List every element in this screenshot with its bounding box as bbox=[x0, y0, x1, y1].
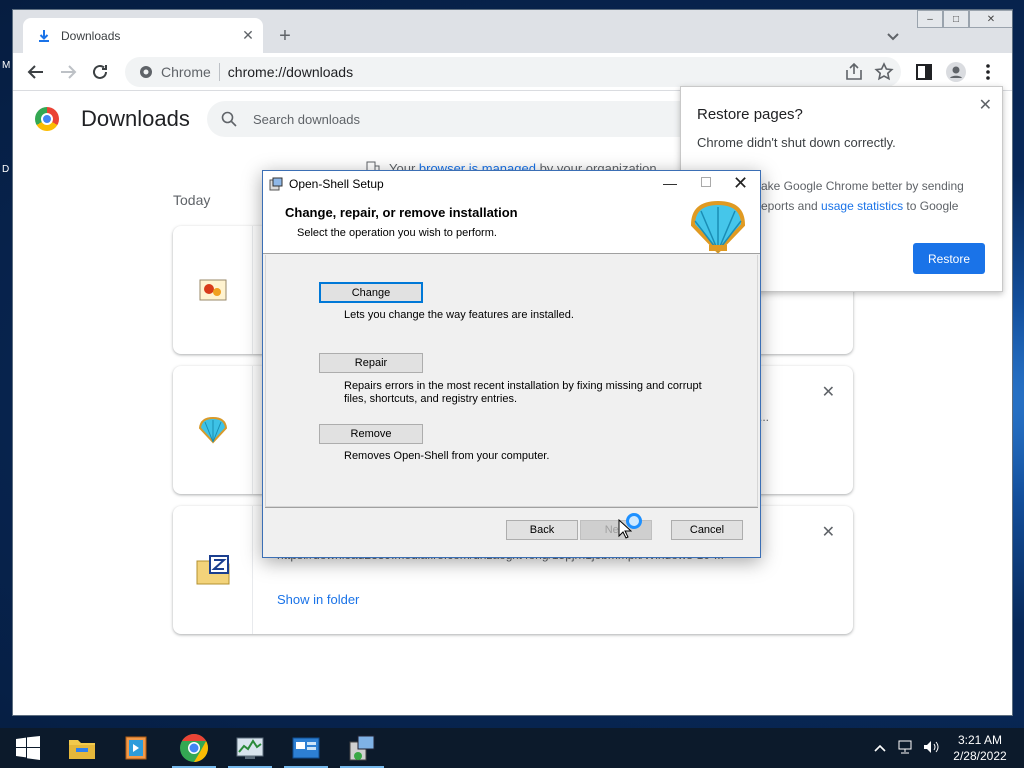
new-tab-button[interactable]: + bbox=[273, 24, 297, 48]
chip-label: Chrome bbox=[161, 64, 211, 80]
windows-logo-icon bbox=[16, 736, 40, 760]
setup-dialog: Open-Shell Setup — ✕ Change, repair, or … bbox=[262, 170, 761, 558]
remove-description: Removes Open-Shell from your computer. bbox=[344, 450, 550, 462]
tab-strip: Downloads ✕ + – □ ✕ bbox=[13, 10, 1012, 53]
side-panel-icon[interactable] bbox=[913, 61, 935, 83]
search-downloads-input[interactable]: Search downloads bbox=[207, 101, 707, 137]
dialog-heading: Change, repair, or remove installation bbox=[285, 205, 518, 220]
start-button[interactable] bbox=[2, 728, 54, 768]
chevron-up-icon[interactable] bbox=[874, 741, 886, 756]
kebab-menu-icon[interactable] bbox=[977, 61, 999, 83]
site-info-chip[interactable]: Chrome bbox=[139, 64, 211, 80]
change-button[interactable]: Change bbox=[319, 282, 423, 303]
file-explorer-icon bbox=[69, 740, 95, 759]
network-icon[interactable] bbox=[896, 739, 914, 758]
search-icon bbox=[221, 111, 237, 127]
tab-downloads[interactable]: Downloads ✕ bbox=[23, 18, 263, 53]
minimize-button[interactable]: – bbox=[917, 10, 943, 28]
tab-title: Downloads bbox=[61, 28, 121, 43]
search-placeholder: Search downloads bbox=[253, 111, 360, 127]
dialog-minimize-button[interactable]: — bbox=[663, 175, 677, 191]
chrome-icon bbox=[180, 734, 208, 762]
open-shell-logo-icon bbox=[690, 200, 746, 253]
back-button[interactable]: Back bbox=[506, 520, 578, 540]
clock-time: 3:21 AM bbox=[957, 733, 1003, 747]
installer-icon bbox=[349, 735, 375, 761]
url-text: chrome://downloads bbox=[227, 64, 354, 80]
taskbar-chrome[interactable] bbox=[168, 728, 220, 768]
remove-download-icon[interactable]: ✕ bbox=[822, 522, 835, 542]
installer-icon bbox=[269, 177, 283, 191]
open-shell-icon bbox=[198, 416, 227, 444]
repair-description: Repairs errors in the most recent instal… bbox=[344, 380, 702, 405]
help-text-line: ake Google Chrome better by sending bbox=[761, 179, 964, 193]
show-in-folder-link[interactable]: Show in folder bbox=[277, 592, 359, 607]
help-text-line: eports and bbox=[761, 199, 822, 213]
download-icon-column bbox=[173, 506, 253, 634]
help-text-line: to Google bbox=[903, 199, 959, 213]
taskbar-task-manager[interactable] bbox=[224, 728, 276, 768]
chrome-icon bbox=[140, 66, 152, 78]
profile-avatar-icon[interactable] bbox=[945, 61, 967, 83]
download-icon bbox=[39, 29, 49, 42]
image-file-icon bbox=[199, 279, 226, 301]
mouse-cursor-icon bbox=[618, 519, 632, 539]
clock-date: 2/28/2022 bbox=[953, 749, 1007, 763]
dialog-maximize-button bbox=[701, 177, 711, 187]
dialog-titlebar[interactable]: Open-Shell Setup bbox=[263, 171, 760, 197]
popup-message: Chrome didn't shut down correctly. bbox=[697, 135, 896, 150]
chevron-down-icon[interactable] bbox=[883, 26, 903, 46]
system-tray bbox=[874, 728, 940, 768]
change-description: Lets you change the way features are ins… bbox=[344, 309, 574, 321]
taskbar-media-player[interactable] bbox=[110, 728, 162, 768]
taskbar-control-panel[interactable] bbox=[280, 728, 332, 768]
remove-button[interactable]: Remove bbox=[319, 424, 423, 444]
desktop-icon-label: D bbox=[2, 164, 10, 175]
volume-icon[interactable] bbox=[922, 739, 940, 758]
remove-download-icon[interactable]: ✕ bbox=[822, 382, 835, 402]
restore-button[interactable]: Restore bbox=[913, 243, 985, 274]
close-tab-icon[interactable]: ✕ bbox=[239, 27, 257, 45]
task-manager-icon bbox=[236, 737, 264, 759]
taskbar-installer[interactable] bbox=[336, 728, 388, 768]
address-bar[interactable]: Chrome chrome://downloads bbox=[125, 57, 901, 87]
dialog-close-button[interactable]: ✕ bbox=[733, 173, 748, 194]
close-window-button[interactable]: ✕ bbox=[969, 10, 1012, 28]
forward-arrow-icon[interactable] bbox=[57, 61, 79, 83]
section-heading-today: Today bbox=[173, 192, 211, 208]
popup-title: Restore pages? bbox=[697, 106, 803, 123]
taskbar-file-explorer[interactable] bbox=[56, 728, 108, 768]
share-icon[interactable] bbox=[843, 61, 865, 83]
dialog-title: Open-Shell Setup bbox=[289, 177, 384, 191]
cancel-button[interactable]: Cancel bbox=[671, 520, 743, 540]
taskbar: 3:21 AM 2/28/2022 bbox=[0, 728, 1024, 768]
download-icon-column bbox=[173, 366, 253, 494]
chrome-logo-icon bbox=[35, 107, 59, 131]
dialog-banner: Change, repair, or remove installation S… bbox=[263, 197, 760, 254]
desktop-icon-label: M bbox=[2, 60, 11, 71]
close-popup-icon[interactable]: ✕ bbox=[979, 95, 992, 115]
dialog-subheading: Select the operation you wish to perform… bbox=[297, 227, 497, 239]
page-title: Downloads bbox=[81, 106, 190, 131]
bookmark-star-icon[interactable] bbox=[873, 61, 895, 83]
reload-icon[interactable] bbox=[89, 61, 111, 83]
control-panel-icon bbox=[292, 737, 320, 759]
taskbar-clock[interactable]: 3:21 AM 2/28/2022 bbox=[948, 732, 1012, 764]
media-player-icon bbox=[125, 736, 147, 760]
usage-statistics-link[interactable]: usage statistics bbox=[821, 199, 903, 213]
window-controls: – □ ✕ bbox=[917, 10, 1012, 28]
maximize-button[interactable]: □ bbox=[943, 10, 969, 28]
footer-divider bbox=[265, 507, 758, 508]
download-icon-column bbox=[173, 226, 253, 354]
popup-help-text: ake Google Chrome better by sending epor… bbox=[761, 176, 997, 216]
omnibox-divider bbox=[218, 63, 220, 81]
zip-archive-icon bbox=[196, 555, 229, 585]
repair-button[interactable]: Repair bbox=[319, 353, 423, 373]
back-arrow-icon[interactable] bbox=[25, 61, 47, 83]
